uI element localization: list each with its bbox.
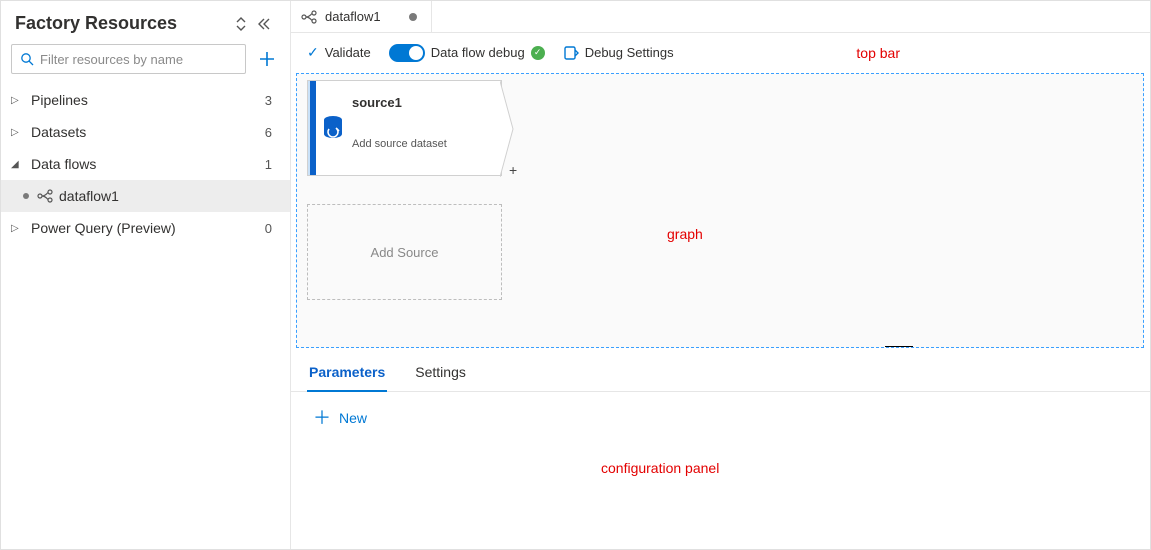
sidebar: Factory Resources ▷ Pipelines 3: [1, 1, 291, 549]
search-icon: [20, 52, 34, 66]
debug-settings-icon: [563, 45, 579, 61]
chevron-right-icon: ▷: [11, 95, 25, 106]
debug-status-ok-icon: ✓: [531, 46, 545, 60]
app-root: Factory Resources ▷ Pipelines 3: [0, 0, 1151, 550]
dataflow-icon: [37, 188, 53, 204]
source-node-body: source1 Add source dataset: [350, 81, 453, 175]
validate-label: Validate: [325, 45, 371, 60]
expand-all-icon[interactable]: [234, 17, 256, 31]
validate-button[interactable]: ✓ Validate: [307, 44, 371, 61]
dataflow-icon: [301, 9, 317, 25]
tree-group-powerquery[interactable]: ▷ Power Query (Preview) 0: [1, 212, 290, 244]
chevron-right-icon: ▷: [11, 127, 25, 138]
annotation-graph: graph: [667, 226, 703, 242]
graph-canvas[interactable]: source1 Add source dataset + Add Source …: [296, 73, 1144, 348]
new-label: New: [339, 410, 367, 426]
tree-group-label: Datasets: [31, 124, 265, 140]
tree-group-dataflows[interactable]: ◢ Data flows 1: [1, 148, 290, 180]
source-node-source1[interactable]: source1 Add source dataset: [307, 80, 502, 176]
collapse-sidebar-icon[interactable]: [256, 17, 278, 31]
resource-tree: ▷ Pipelines 3 ▷ Datasets 6 ◢ Data flows …: [1, 80, 290, 244]
tab-label: dataflow1: [325, 9, 381, 24]
main: dataflow1 ✓ Validate Data flow debug ✓ D…: [291, 1, 1150, 549]
dirty-dot-icon: [409, 13, 417, 21]
dataset-icon: [316, 81, 350, 175]
tree-group-label: Power Query (Preview): [31, 220, 265, 236]
config-body: ＋ New: [291, 392, 1150, 445]
chevron-right-icon: ▷: [11, 223, 25, 234]
tree-group-label: Pipelines: [31, 92, 265, 108]
sidebar-header: Factory Resources: [1, 1, 290, 44]
tree-group-count: 3: [265, 93, 272, 108]
source-node-title: source1: [352, 95, 447, 110]
toggle-switch-icon: [389, 44, 425, 62]
tab-bar: dataflow1: [291, 1, 1150, 33]
source-node-stripe: [308, 81, 316, 175]
tree-group-count: 1: [265, 157, 272, 172]
tab-parameters[interactable]: Parameters: [307, 356, 387, 392]
debug-settings-button[interactable]: Debug Settings: [563, 45, 674, 61]
search-input-wrapper[interactable]: [11, 44, 246, 74]
tree-group-pipelines[interactable]: ▷ Pipelines 3: [1, 84, 290, 116]
tree-item-label: dataflow1: [59, 188, 119, 204]
top-bar: ✓ Validate Data flow debug ✓ Debug Setti…: [291, 33, 1150, 73]
add-branch-button[interactable]: +: [509, 162, 517, 178]
dataflow-debug-toggle[interactable]: Data flow debug ✓: [389, 44, 545, 62]
source-node-subtitle: Add source dataset: [352, 138, 447, 150]
add-resource-button[interactable]: [254, 46, 280, 72]
add-source-button[interactable]: Add Source: [307, 204, 502, 300]
annotation-topbar: top bar: [856, 45, 900, 61]
chevron-down-icon: ◢: [11, 159, 25, 170]
tree-group-label: Data flows: [31, 156, 265, 172]
tree-group-count: 6: [265, 125, 272, 140]
sidebar-title: Factory Resources: [15, 13, 234, 34]
tab-dataflow1[interactable]: dataflow1: [291, 1, 432, 32]
configuration-panel: Parameters Settings ＋ New configuration …: [291, 348, 1150, 549]
tree-group-count: 0: [265, 221, 272, 236]
tree-group-datasets[interactable]: ▷ Datasets 6: [1, 116, 290, 148]
add-source-label: Add Source: [371, 245, 439, 260]
search-input[interactable]: [40, 52, 237, 67]
check-icon: ✓: [307, 44, 319, 61]
annotation-config: configuration panel: [601, 460, 719, 476]
new-parameter-button[interactable]: ＋ New: [313, 410, 367, 426]
config-tabs: Parameters Settings: [291, 352, 1150, 392]
dirty-dot-icon: [23, 193, 29, 199]
debug-toggle-label: Data flow debug: [431, 45, 525, 60]
tab-settings[interactable]: Settings: [413, 356, 468, 391]
sidebar-search-row: [1, 44, 290, 80]
debug-settings-label: Debug Settings: [585, 45, 674, 60]
plus-icon: ＋: [313, 411, 331, 425]
tree-item-dataflow1[interactable]: dataflow1: [1, 180, 290, 212]
